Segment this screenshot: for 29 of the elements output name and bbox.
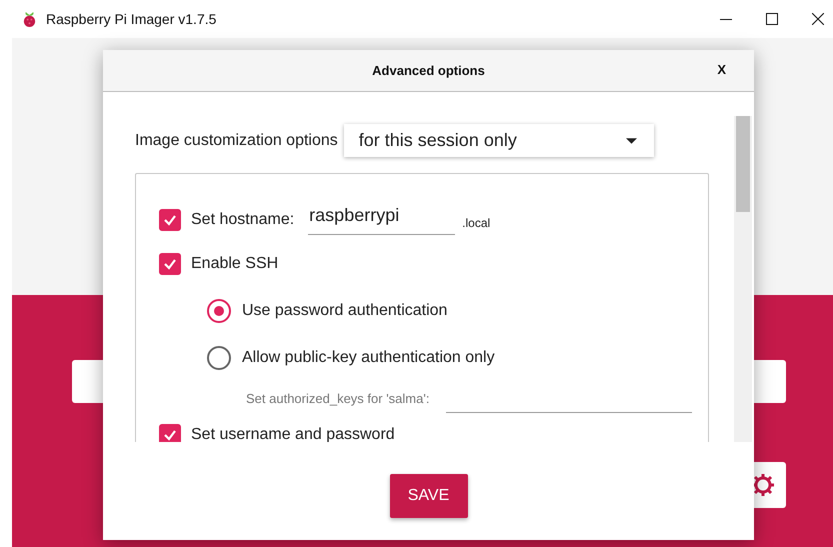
option-label: Image customization options bbox=[135, 132, 338, 150]
scrollbar[interactable] bbox=[734, 116, 752, 442]
checkbox[interactable] bbox=[159, 424, 181, 442]
dropdown[interactable]: for this session only bbox=[344, 124, 654, 157]
window-title: Raspberry Pi Imager v1.7.5 bbox=[46, 11, 216, 27]
raspberry-icon bbox=[22, 10, 37, 28]
check-icon bbox=[163, 428, 177, 442]
checkbox[interactable] bbox=[159, 209, 181, 231]
maximize-icon[interactable] bbox=[766, 13, 778, 25]
radio-label: Allow public-key authentication only bbox=[242, 349, 495, 367]
save-button[interactable]: SAVE bbox=[390, 474, 468, 518]
gear-icon bbox=[751, 473, 775, 497]
checkbox-label: Set username and password bbox=[191, 426, 395, 442]
radio-label: Use password authentication bbox=[242, 302, 448, 320]
domain-suffix: .local bbox=[462, 215, 490, 230]
caret-icon bbox=[626, 138, 637, 144]
radio-button[interactable] bbox=[207, 299, 231, 323]
checkbox[interactable] bbox=[159, 253, 181, 275]
checkbox-label: Set hostname: bbox=[191, 211, 294, 229]
checkbox-label: Enable SSH bbox=[191, 255, 278, 273]
check-icon bbox=[163, 257, 177, 271]
check-icon bbox=[163, 213, 177, 227]
field-label: Set authorized_keys for 'salma': bbox=[246, 391, 430, 408]
radio-button[interactable] bbox=[207, 346, 231, 370]
scrollbar-thumb[interactable] bbox=[736, 116, 750, 212]
close-button[interactable]: X bbox=[717, 62, 726, 77]
dialog-title: Advanced options bbox=[372, 63, 485, 78]
hostname-field[interactable]: raspberrypi bbox=[308, 205, 456, 235]
close-icon[interactable] bbox=[812, 13, 824, 25]
